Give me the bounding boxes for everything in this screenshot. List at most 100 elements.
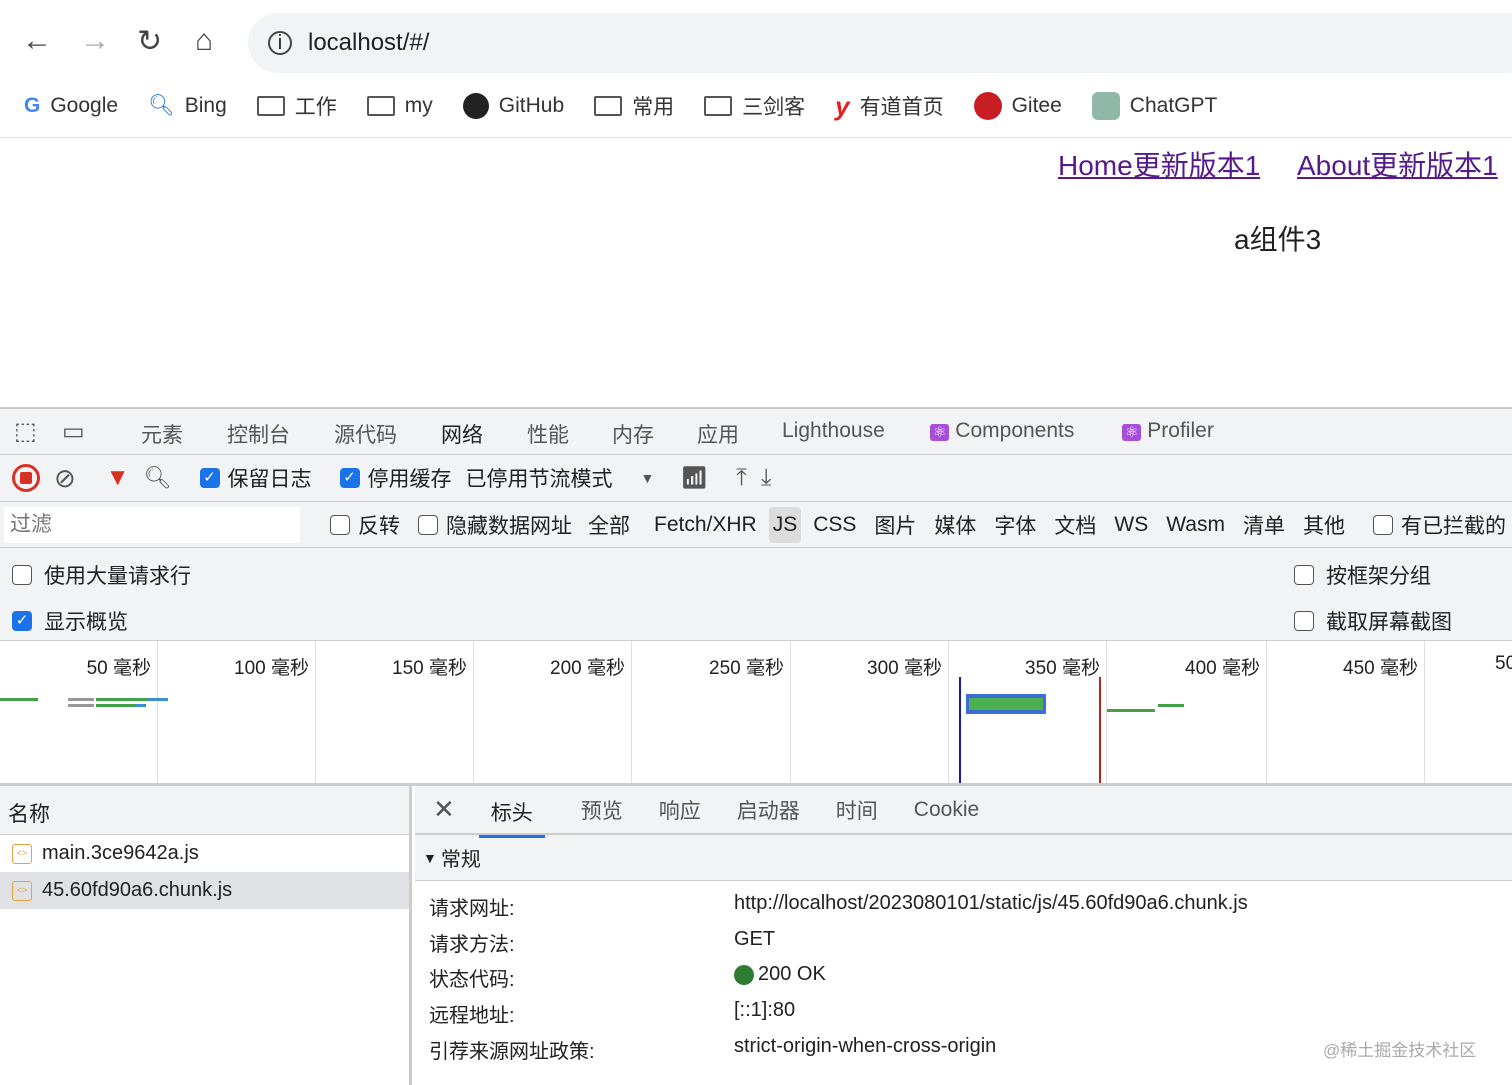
bookmark-common[interactable]: 常用 [594,91,674,121]
header-key: 请求方法: [429,934,515,956]
tab-memory[interactable]: 内存 [612,419,654,449]
general-section-header[interactable]: ▼ 常规 [415,835,1512,881]
tick-label: 200 毫秒 [474,641,632,783]
home-button[interactable]: ⌂ [195,24,213,58]
overview-checkbox[interactable]: ✓ 显示概览 [12,606,128,636]
type-filter-doc[interactable]: 文档 [1054,510,1096,540]
type-filter-font[interactable]: 字体 [994,510,1036,540]
search-icon[interactable]: 🔍︎ [144,465,172,491]
react-icon: ⚛ [1122,424,1142,441]
invert-checkbox[interactable]: 反转 [330,510,400,540]
tab-profiler[interactable]: ⚛ Profiler [1122,419,1214,443]
label: 已停用节流模式 [465,468,613,491]
gitee-icon [973,92,1002,120]
bookmark-label: 三剑客 [742,96,806,119]
label: 反转 [358,514,400,538]
home-link[interactable]: Home更新版本1 [1058,144,1260,184]
throttle-select[interactable]: 已停用节流模式 ▼ [466,463,655,493]
bookmark-google[interactable]: G Google [24,94,118,118]
blocked-checkbox[interactable]: 有已拦截的 [1372,510,1506,540]
info-icon: i [268,31,292,55]
about-link[interactable]: About更新版本1 [1297,144,1498,184]
type-filter-ws[interactable]: WS [1114,513,1148,537]
inspect-icon[interactable]: ⬚ [14,417,37,446]
reload-button[interactable]: ↻ [137,24,162,59]
filter-icon[interactable]: ▼ [106,464,130,492]
bookmark-label: 工作 [294,96,337,119]
tab-timing[interactable]: 时间 [836,795,878,825]
header-key: 引荐来源网址政策: [429,1041,595,1063]
checkbox [12,565,32,585]
device-toolbar-icon[interactable]: ▭ [62,417,85,446]
bookmark-my[interactable]: my [366,94,433,118]
close-icon[interactable]: ✕ [433,794,455,825]
import-har-icon[interactable]: ⤒ [736,464,747,492]
type-filter-media[interactable]: 媒体 [934,510,976,540]
preserve-log-checkbox[interactable]: ✓ 保留日志 [199,463,312,493]
file-name: main.3ce9642a.js [42,842,199,864]
export-har-icon[interactable]: ⤓ [761,464,772,492]
request-method-value: GET [734,928,776,950]
file-name: 45.60fd90a6.chunk.js [42,879,233,901]
tab-elements[interactable]: 元素 [141,419,183,449]
bookmark-chatgpt[interactable]: ChatGPT [1091,92,1217,120]
bookmark-github[interactable]: GitHub [462,93,565,119]
bookmark-youdao[interactable]: y 有道首页 [835,91,943,122]
request-bar [0,698,38,701]
tab-components[interactable]: ⚛ Components [930,419,1074,443]
request-bar [68,704,94,707]
type-filter-all[interactable]: 全部 [588,510,630,540]
tab-network[interactable]: 网络 [429,419,495,458]
type-filter-wasm[interactable]: Wasm [1166,513,1225,537]
tick-label: 100 毫秒 [158,641,316,783]
address-bar[interactable]: i localhost/#/ [248,13,1512,73]
type-filter-fetch-xhr[interactable]: Fetch/XHR [654,513,757,537]
tab-lighthouse[interactable]: Lighthouse [782,419,885,443]
tab-initiator[interactable]: 启动器 [737,795,800,825]
bookmark-bing[interactable]: 🔍︎ Bing [148,94,227,118]
tab-performance[interactable]: 性能 [527,419,569,449]
devtools-tabbar: ⬚ ▭ 元素 控制台 源代码 网络 性能 内存 应用 Lighthouse ⚛ … [0,407,1512,458]
group-by-frame-checkbox[interactable]: 按框架分组 [1294,560,1431,590]
bookmarks-bar: G Google 🔍︎ Bing 工作 my GitHub 常用 三剑客 y 有道首页… [0,75,1512,138]
script-file-icon: <> [12,843,32,864]
name-column-header[interactable]: 名称 [0,786,409,835]
type-filter-other[interactable]: 其他 [1303,510,1345,540]
bookmark-gitee[interactable]: Gitee [973,92,1062,120]
back-button[interactable]: ← [22,24,52,58]
big-rows-checkbox[interactable]: 使用大量请求行 [12,560,191,590]
request-bar [96,698,148,701]
type-filter-manifest[interactable]: 清单 [1243,510,1285,540]
folder-icon [594,96,623,116]
tick-label: 400 毫秒 [1107,641,1267,783]
bookmark-sanjianke[interactable]: 三剑客 [704,91,805,121]
search-icon: 🔍︎ [148,94,175,117]
domcontentloaded-line [959,677,961,783]
filter-input[interactable] [4,506,300,543]
request-row[interactable]: <> main.3ce9642a.js [0,835,409,872]
tab-preview[interactable]: 预览 [581,795,623,825]
type-filter-js[interactable]: JS [768,506,802,543]
disable-cache-checkbox[interactable]: ✓ 停用缓存 [339,463,452,493]
record-stop-icon[interactable] [12,464,40,492]
hide-data-urls-checkbox[interactable]: 隐藏数据网址 [418,510,572,540]
network-overview-timeline[interactable]: 50 毫秒 100 毫秒 150 毫秒 200 毫秒 250 毫秒 300 毫秒… [0,641,1512,786]
bookmark-work[interactable]: 工作 [256,91,337,121]
tab-headers[interactable]: 标头 [478,787,545,838]
request-row-selected[interactable]: <> 45.60fd90a6.chunk.js [0,872,409,909]
clear-icon[interactable]: ⊘ [54,463,76,494]
forward-button[interactable]: → [80,24,110,58]
tab-label: Components [955,419,1075,442]
tab-cookies[interactable]: Cookie [914,798,979,822]
network-conditions-icon[interactable]: 📶︎ [680,465,708,491]
script-file-icon: <> [12,880,32,901]
bookmark-label: GitHub [498,94,565,117]
youdao-icon: y [835,90,850,121]
tab-application[interactable]: 应用 [697,419,739,449]
screenshots-checkbox[interactable]: 截取屏幕截图 [1294,606,1452,636]
type-filter-img[interactable]: 图片 [874,510,916,540]
type-filter-css[interactable]: CSS [813,513,856,537]
tab-sources[interactable]: 源代码 [334,419,397,449]
tab-console[interactable]: 控制台 [227,419,290,449]
tab-response[interactable]: 响应 [659,795,701,825]
